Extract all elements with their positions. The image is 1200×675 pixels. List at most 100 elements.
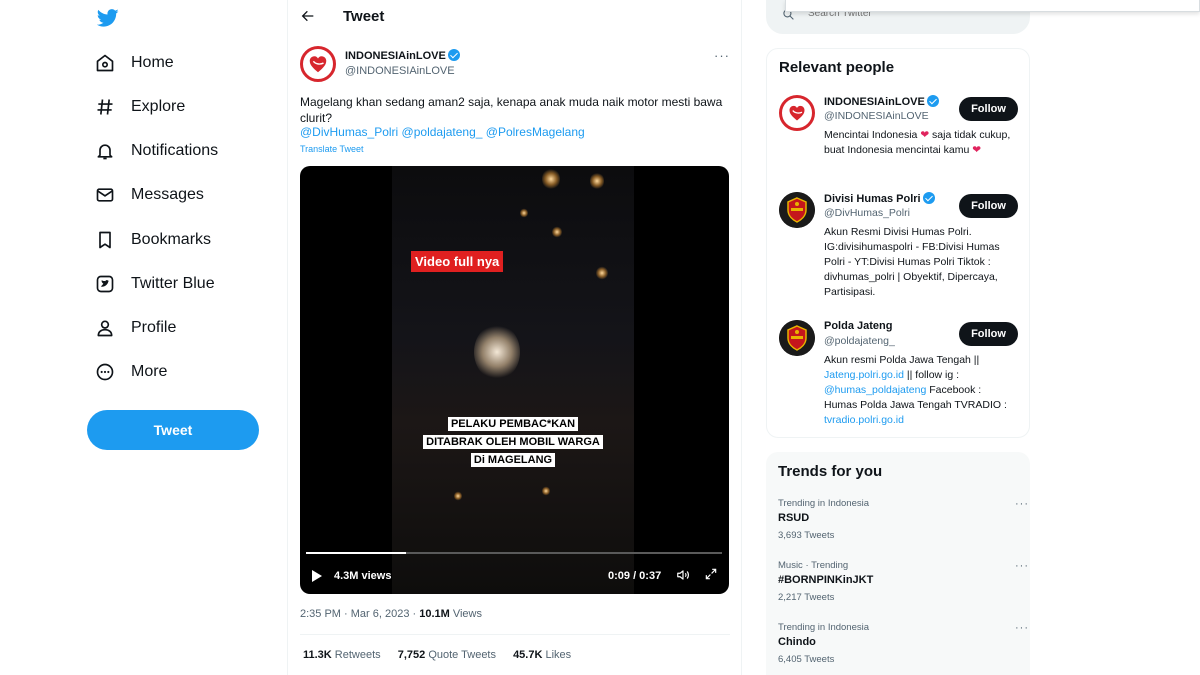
video-caption-line: Di MAGELANG [470,453,556,467]
nav-twitter-blue[interactable]: Twitter Blue [94,269,215,299]
verified-badge-icon [922,192,935,204]
video-progress-bar[interactable] [306,552,722,554]
video-caption-line: DITABRAK OLEH MOBIL WARGA [423,435,603,449]
author-name-text: INDONESIAinLOVE [345,50,446,62]
video-player[interactable]: Video full nya PELAKU PEMBAC*KAN DITABRA… [300,166,729,594]
nav-more[interactable]: More [94,357,167,387]
follow-button[interactable]: Follow [959,97,1018,121]
nav-profile[interactable]: Profile [94,313,176,343]
person-name-text: Divisi Humas Polri [824,193,921,205]
hashtag-icon [94,96,116,118]
more-options-icon[interactable]: ··· [1015,498,1029,510]
author-handle[interactable]: @INDONESIAinLOVE [345,65,455,77]
back-arrow-icon[interactable] [300,8,316,29]
trend-item[interactable]: Trending in Indonesia Chindo 6,405 Tweet… [778,622,1028,672]
trend-item[interactable]: Trending in Indonesia RSUD 3,693 Tweets … [778,498,1028,548]
author-name[interactable]: INDONESIAinLOVE [345,49,460,62]
bio-link[interactable]: tvradio.polri.go.id [824,414,904,426]
trend-name: Chindo [778,636,816,648]
person-name[interactable]: INDONESIAinLOVE [824,95,939,108]
person-name[interactable]: Divisi Humas Polri [824,192,935,205]
nav-messages[interactable]: Messages [94,180,204,210]
person-name[interactable]: Polda Jateng [824,320,892,332]
video-progress-fill [306,552,406,554]
trends-title: Trends for you [778,463,883,480]
tweet-timestamp[interactable]: 2:35 PM · Mar 6, 2023 · [300,608,419,620]
retweets-label: Retweets [331,649,381,661]
video-caption: PELAKU PEMBAC*KAN DITABRAK OLEH MOBIL WA… [392,414,634,468]
trend-name: #BORNPINKinJKT [778,574,874,586]
nav-notifications[interactable]: Notifications [94,136,218,166]
follow-button[interactable]: Follow [959,322,1018,346]
person-icon [94,317,116,339]
left-nav: Home Explore Notifications Messages Book… [86,0,276,675]
bookmark-icon [94,229,116,251]
person-avatar[interactable] [779,95,815,131]
person-bio: Akun Resmi Divisi Humas Polri. IG:divisi… [824,226,1000,298]
tweet-detail-column: Tweet INDONESIAinLOVE @INDONESIAinLOVE ·… [288,0,741,675]
relevant-person[interactable]: Polda Jateng @poldajateng_ Follow Akun r… [779,320,1023,435]
heart-logo-icon [309,56,327,73]
nav-home[interactable]: Home [94,48,174,78]
more-options-icon[interactable]: ··· [714,48,730,63]
nav-bookmarks[interactable]: Bookmarks [94,225,211,255]
trend-count: 6,405 Tweets [778,654,835,665]
volume-icon[interactable] [676,568,690,585]
bio-text: || follow ig : [903,369,960,381]
nav-more-label: More [131,363,168,380]
heart-emoji-icon: ❤ [972,144,982,156]
person-name-text: INDONESIAinLOVE [824,96,925,108]
nav-profile-label: Profile [131,319,177,336]
relevant-person[interactable]: INDONESIAinLOVE @INDONESIAinLOVE Follow … [779,95,1023,185]
relevant-person[interactable]: Divisi Humas Polri @DivHumas_Polri Follo… [779,192,1023,307]
trends-panel: Trends for you Trending in Indonesia RSU… [766,452,1030,675]
tweet-view-label: Views [449,608,482,620]
likes-count: 45.7K [513,649,543,661]
tweet-compose-button[interactable]: Tweet [87,410,259,450]
police-emblem-icon [779,192,815,228]
relevant-people-title: Relevant people [779,59,895,76]
nav-explore[interactable]: Explore [94,92,185,122]
person-handle[interactable]: @poldajateng_ [824,335,895,347]
more-options-icon[interactable]: ··· [1015,622,1029,634]
person-bio: Akun resmi Polda Jawa Tengah || Jateng.p… [824,353,1016,428]
more-options-icon[interactable]: ··· [1015,560,1029,572]
fullscreen-icon[interactable] [704,567,718,584]
trend-item[interactable]: Music · Trending #BORNPINKinJKT 2,217 Tw… [778,560,1028,610]
nav-bookmarks-label: Bookmarks [131,231,212,248]
person-handle[interactable]: @DivHumas_Polri [824,207,910,219]
nav-notifications-label: Notifications [131,142,219,159]
tweet-meta: 2:35 PM · Mar 6, 2023 · 10.1M Views [300,608,482,620]
twitter-bird-icon[interactable] [96,7,119,29]
video-overlay-tag: Video full nya [411,251,504,272]
bio-text: Akun resmi Polda Jawa Tengah || [824,354,980,366]
quote-tweets-label: Quote Tweets [425,649,496,661]
retweets-stat[interactable]: 11.3K Retweets [303,649,381,661]
tweet-mentions[interactable]: @DivHumas_Polri @poldajateng_ @PolresMag… [300,125,585,139]
play-icon[interactable] [312,570,322,582]
search-dropdown-panel [785,0,1200,12]
likes-stat[interactable]: 45.7K Likes [513,649,571,661]
person-bio: Mencintai Indonesia ❤ saja tidak cukup, … [824,128,1016,158]
verified-badge-icon [926,95,939,107]
follow-button[interactable]: Follow [959,194,1018,218]
retweets-count: 11.3K [303,649,332,661]
person-handle[interactable]: @INDONESIAinLOVE [824,110,929,122]
trend-context: Trending in Indonesia [778,498,870,509]
author-avatar[interactable] [300,46,336,82]
trend-name: RSUD [778,512,810,524]
nav-messages-label: Messages [131,186,204,203]
twitter-blue-icon [94,273,116,295]
quote-tweets-count: 7,752 [397,649,426,661]
trend-context: Music · Trending [778,560,849,571]
translate-tweet-link[interactable]: Translate Tweet [300,144,364,154]
person-avatar[interactable] [779,320,815,356]
right-column-divider [741,0,742,675]
home-icon [94,52,116,74]
bio-link[interactable]: @humas_poldajateng [824,384,926,396]
video-time: 0:09 / 0:37 [608,570,662,582]
person-avatar[interactable] [779,192,815,228]
bio-link[interactable]: Jateng.polri.go.id [824,369,904,381]
quote-tweets-stat[interactable]: 7,752 Quote Tweets [398,649,496,661]
video-view-count: 4.3M views [334,570,392,582]
